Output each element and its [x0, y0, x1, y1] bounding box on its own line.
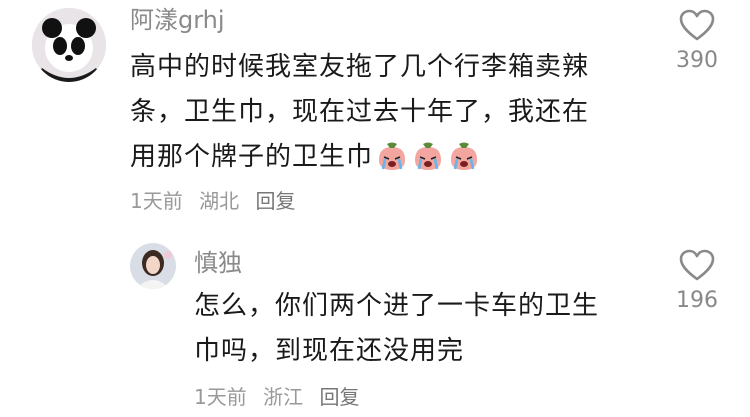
heart-icon — [679, 249, 715, 281]
heart-icon — [679, 9, 715, 41]
like-count: 196 — [676, 288, 718, 313]
location: 湖北 — [199, 189, 240, 213]
loudly-crying-face-emoji — [411, 141, 445, 186]
avatar[interactable] — [130, 243, 176, 289]
username[interactable]: 阿漾grhj — [130, 5, 225, 35]
timestamp: 1天前 — [194, 385, 247, 409]
location: 浙江 — [263, 385, 304, 409]
comment-line-text: 用那个牌子的卫生巾 — [130, 142, 374, 172]
comment-line: 高中的时候我室友拖了几个行李箱卖辣 — [130, 52, 590, 82]
like-button[interactable]: 196 — [662, 248, 732, 313]
username[interactable]: 慎独 — [194, 248, 242, 278]
comment-line: 用那个牌子的卫生巾 — [130, 135, 650, 186]
comment-line: 怎么，你们两个进了一卡车的卫生 — [194, 291, 600, 321]
reply-button[interactable]: 回复 — [319, 385, 359, 409]
like-button[interactable]: 390 — [662, 8, 732, 73]
like-count: 390 — [676, 48, 718, 73]
comment-meta: 1天前 浙江 回复 — [194, 384, 369, 410]
loudly-crying-face-emoji — [447, 141, 481, 186]
loudly-crying-face-emoji — [375, 141, 409, 186]
timestamp: 1天前 — [130, 189, 183, 213]
reply-button[interactable]: 回复 — [255, 189, 295, 213]
comment-line: 巾吗，到现在还没用完 — [194, 336, 465, 366]
avatar[interactable] — [32, 8, 106, 82]
comment-text: 高中的时候我室友拖了几个行李箱卖辣 条，卫生巾，现在过去十年了，我还在 用那个牌… — [130, 45, 650, 186]
comment-text: 怎么，你们两个进了一卡车的卫生 巾吗，到现在还没用完 — [194, 284, 654, 374]
comment-line: 条，卫生巾，现在过去十年了，我还在 — [130, 97, 590, 127]
comment-meta: 1天前 湖北 回复 — [130, 188, 305, 214]
